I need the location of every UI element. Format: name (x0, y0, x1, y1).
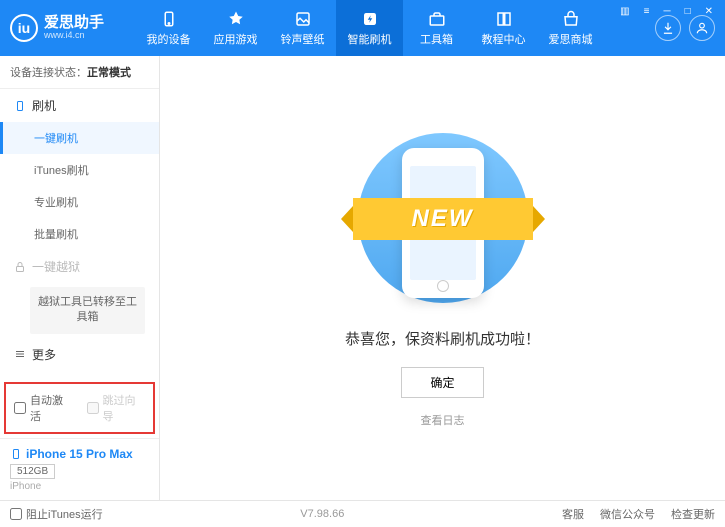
toolbox-icon[interactable]: ▥ (616, 4, 633, 19)
apps-icon (226, 9, 246, 29)
device-name: iPhone 15 Pro Max (10, 447, 149, 461)
phone-icon (14, 100, 26, 112)
menu-pro-flash[interactable]: 专业刷机 (0, 186, 159, 218)
footer-wechat[interactable]: 微信公众号 (600, 506, 655, 522)
menu-group-flash[interactable]: 刷机 (0, 89, 159, 122)
nav-store[interactable]: 爱思商城 (537, 0, 604, 56)
logo[interactable]: iu 爱思助手 www.i4.cn (10, 14, 135, 42)
menu-group-jailbreak: 一键越狱 (0, 250, 159, 283)
phone-icon (159, 9, 179, 29)
maximize-icon[interactable]: □ (681, 4, 695, 19)
jailbreak-moved-note[interactable]: 越狱工具已转移至工具箱 (30, 287, 145, 334)
menu-icon[interactable]: ≡ (640, 4, 654, 19)
nav-smart-flash[interactable]: 智能刷机 (336, 0, 403, 56)
checkbox-block-itunes[interactable]: 阻止iTunes运行 (10, 506, 103, 522)
wallpaper-icon (293, 9, 313, 29)
menu-other-tools[interactable]: 其他工具 (0, 371, 159, 378)
device-info[interactable]: iPhone 15 Pro Max 512GB iPhone (0, 438, 159, 500)
checkbox-skip-guide: 跳过向导 (87, 392, 146, 424)
nav-my-device[interactable]: 我的设备 (135, 0, 202, 56)
device-storage: 512GB (10, 464, 55, 479)
logo-icon: iu (10, 14, 38, 42)
lock-icon (14, 261, 26, 273)
footer-check-update[interactable]: 检查更新 (671, 506, 715, 522)
nav-tutorials[interactable]: 教程中心 (470, 0, 537, 56)
ok-button[interactable]: 确定 (401, 367, 483, 398)
minimize-icon[interactable]: ─ (659, 4, 674, 19)
menu-itunes-flash[interactable]: iTunes刷机 (0, 154, 159, 186)
store-icon (561, 9, 581, 29)
toolbox-nav-icon (427, 9, 447, 29)
nav-toolbox[interactable]: 工具箱 (403, 0, 470, 56)
device-type: iPhone (10, 481, 149, 492)
phone-icon (10, 448, 22, 460)
new-banner: NEW (353, 198, 533, 240)
logo-url: www.i4.cn (44, 31, 104, 41)
footer: 阻止iTunes运行 V7.98.66 客服 微信公众号 检查更新 (0, 500, 725, 527)
logo-title: 爱思助手 (44, 15, 104, 32)
menu-batch-flash[interactable]: 批量刷机 (0, 218, 159, 250)
device-status: 设备连接状态：正常模式 (0, 56, 159, 89)
success-message: 恭喜您，保资料刷机成功啦！ (345, 328, 540, 349)
main-content: NEW 恭喜您，保资料刷机成功啦！ 确定 查看日志 (160, 56, 725, 500)
flash-icon (360, 9, 380, 29)
menu-group-more[interactable]: 更多 (0, 338, 159, 371)
version-label: V7.98.66 (300, 508, 344, 520)
menu-one-click-flash[interactable]: 一键刷机 (0, 122, 159, 154)
checkbox-auto-activate[interactable]: 自动激活 (14, 392, 73, 424)
sidebar: 设备连接状态：正常模式 刷机 一键刷机 iTunes刷机 专业刷机 批量刷机 一… (0, 56, 160, 500)
top-nav: 我的设备 应用游戏 铃声壁纸 智能刷机 工具箱 教程中心 爱思商城 (135, 0, 604, 56)
more-icon (14, 348, 26, 360)
success-illustration: NEW (343, 128, 543, 308)
book-icon (494, 9, 514, 29)
view-log-link[interactable]: 查看日志 (421, 412, 465, 428)
close-icon[interactable]: ✕ (701, 4, 717, 19)
footer-support[interactable]: 客服 (562, 506, 584, 522)
nav-apps-games[interactable]: 应用游戏 (202, 0, 269, 56)
checkbox-highlight-area: 自动激活 跳过向导 (4, 382, 155, 434)
nav-ringtone-wallpaper[interactable]: 铃声壁纸 (269, 0, 336, 56)
